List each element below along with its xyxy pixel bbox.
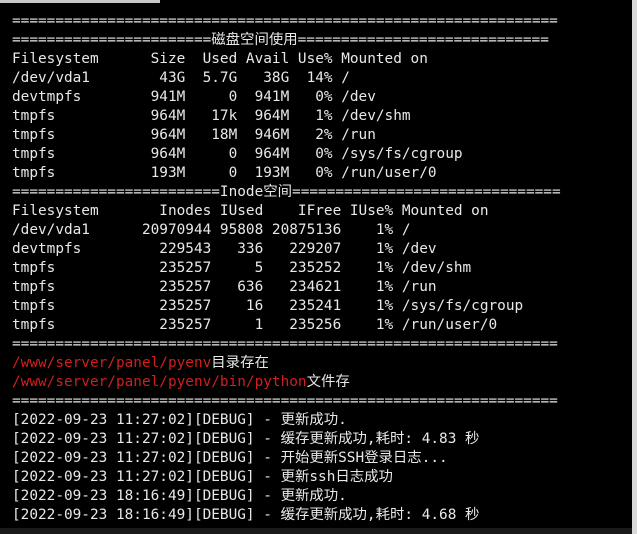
path-check-line: /www/server/panel/pyenv/bin/python文件存 bbox=[12, 373, 632, 392]
inode-header: ========================Inode空间=========… bbox=[12, 184, 561, 200]
log-line: [2022-09-23 18:16:49][DEBUG] - 更新成功. bbox=[12, 488, 347, 504]
inode-row: tmpfs 235257 1 235256 1% /run/user/0 bbox=[12, 317, 498, 333]
terminal-bottom-edge bbox=[0, 528, 632, 534]
log-line: [2022-09-23 11:27:02][DEBUG] - 开始更新SSH登录… bbox=[12, 450, 448, 466]
path-status: 文件存 bbox=[306, 374, 350, 390]
inode-row: devtmpfs 229543 336 229207 1% /dev bbox=[12, 241, 437, 257]
separator-line: ========================================… bbox=[12, 393, 558, 409]
df-row: tmpfs 193M 0 193M 0% /run/user/0 bbox=[12, 165, 437, 181]
terminal-lines: ========================================… bbox=[12, 12, 632, 525]
path-text: /www/server/panel/pyenv/bin/python bbox=[12, 374, 307, 390]
terminal-output[interactable]: ========================================… bbox=[0, 0, 637, 534]
df-row: tmpfs 964M 18M 946M 2% /run bbox=[12, 127, 376, 143]
disk-usage-header: =======================磁盘空间使用===========… bbox=[12, 32, 549, 48]
df-row: tmpfs 964M 0 964M 0% /sys/fs/cgroup bbox=[12, 146, 463, 162]
log-line: [2022-09-23 18:16:49][DEBUG] - 缓存更新成功,耗时… bbox=[12, 507, 480, 523]
df-row: devtmpfs 941M 0 941M 0% /dev bbox=[12, 89, 376, 105]
inode-row: /dev/vda1 20970944 95808 20875136 1% / bbox=[12, 222, 411, 238]
scroll-indicator bbox=[0, 0, 160, 3]
log-line: [2022-09-23 11:27:02][DEBUG] - 缓存更新成功,耗时… bbox=[12, 431, 480, 447]
log-line: [2022-09-23 11:27:02][DEBUG] - 更新ssh日志成功 bbox=[12, 469, 393, 485]
path-text: /www/server/panel/pyenv bbox=[12, 355, 212, 371]
log-line: [2022-09-23 11:27:02][DEBUG] - 更新成功. bbox=[12, 412, 347, 428]
separator-line: ========================================… bbox=[12, 13, 558, 29]
path-status: 目录存在 bbox=[211, 355, 269, 371]
df-row: tmpfs 964M 17k 964M 1% /dev/shm bbox=[12, 108, 411, 124]
path-check-line: /www/server/panel/pyenv目录存在 bbox=[12, 354, 632, 373]
inode-row: tmpfs 235257 636 234621 1% /run bbox=[12, 279, 437, 295]
inode-column-header: Filesystem Inodes IUsed IFree IUse% Moun… bbox=[12, 203, 489, 219]
inode-row: tmpfs 235257 16 235241 1% /sys/fs/cgroup bbox=[12, 298, 524, 314]
inode-row: tmpfs 235257 5 235252 1% /dev/shm bbox=[12, 260, 472, 276]
df-column-header: Filesystem Size Used Avail Use% Mounted … bbox=[12, 51, 428, 67]
separator-line: ========================================… bbox=[12, 336, 558, 352]
df-row: /dev/vda1 43G 5.7G 38G 14% / bbox=[12, 70, 350, 86]
